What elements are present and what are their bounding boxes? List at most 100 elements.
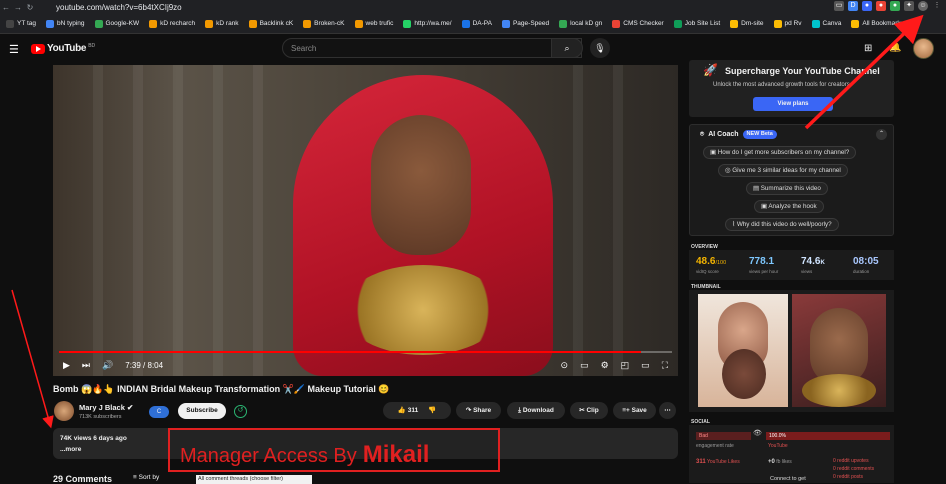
- download-button[interactable]: ⤓ Download: [507, 402, 565, 419]
- coach-question[interactable]: ▣ How do I get more subscribers on my ch…: [703, 146, 857, 159]
- bookmark-favicon-icon: [730, 19, 739, 28]
- manager-prefix: Manager Access By: [180, 445, 357, 467]
- url-field[interactable]: youtube.com/watch?v=6b4tXCIj9zo: [56, 3, 182, 12]
- theater-mode-icon[interactable]: ▭: [641, 360, 650, 371]
- more-vert-icon[interactable]: ⋮: [932, 1, 942, 11]
- view-plans-button[interactable]: View plans: [753, 97, 833, 111]
- background-slat: [133, 65, 143, 376]
- bookmark-item[interactable]: web trufic: [354, 19, 394, 28]
- scissors-icon: ✂: [579, 407, 585, 414]
- new-beta-badge: NEW Beta: [742, 130, 777, 139]
- youtube-logo[interactable]: YouTube BD: [31, 43, 95, 54]
- reddit-upvotes: 0 reddit upvotes: [833, 458, 869, 464]
- extension-icon[interactable]: D: [848, 1, 858, 11]
- play-icon[interactable]: ▶: [63, 360, 70, 371]
- captions-icon[interactable]: ▭: [580, 360, 589, 371]
- bookmark-label: Canva: [822, 20, 842, 27]
- bookmark-item[interactable]: local kD gn: [559, 19, 602, 28]
- video-frame-subject: [293, 75, 553, 376]
- bookmark-item[interactable]: kD rank: [205, 19, 239, 28]
- share-button[interactable]: ↷ Share: [456, 402, 501, 419]
- bookmark-item[interactable]: Broken-cK: [303, 19, 345, 28]
- views-per-hour-label: views per hour: [749, 269, 779, 274]
- miniplayer-icon[interactable]: ◰: [621, 360, 630, 371]
- coach-question[interactable]: ◎ Give me 3 similar ideas for my channel: [718, 164, 848, 177]
- search-input[interactable]: Search: [282, 38, 582, 58]
- connect-label[interactable]: Connect to get: [770, 476, 806, 482]
- bookmark-item[interactable]: pd Rv: [773, 19, 802, 28]
- fullscreen-icon[interactable]: ⛶: [662, 360, 668, 371]
- bookmark-item[interactable]: YT tag: [6, 19, 36, 28]
- vidiq-channel-badge[interactable]: C: [149, 406, 169, 418]
- video-player[interactable]: ▶ ⏭ 🔊 7:39 / 8:04 ⊙ ▭ ⚙ ◰ ▭ ⛶: [53, 65, 678, 376]
- description-more-link[interactable]: ...more: [60, 446, 81, 453]
- bookmark-label: Job Site List: [684, 20, 721, 27]
- bookmark-item[interactable]: Page-Speed: [501, 19, 549, 28]
- extension-icon[interactable]: ●: [876, 1, 886, 11]
- volume-icon[interactable]: 🔊: [102, 360, 113, 371]
- cast-icon[interactable]: ▭: [834, 1, 844, 11]
- bookmark-item[interactable]: DA-PA: [461, 19, 492, 28]
- bookmark-item[interactable]: Job Site List: [673, 19, 721, 28]
- rocket-icon: 🚀: [703, 63, 718, 77]
- settings-gear-icon[interactable]: ⚙: [601, 360, 609, 371]
- coach-question[interactable]: ▤ Summarize this video: [746, 182, 828, 195]
- next-icon[interactable]: ⏭: [82, 360, 90, 371]
- more-horiz-icon: ⋯: [664, 407, 671, 414]
- bookmark-item[interactable]: kD recharch: [149, 19, 195, 28]
- like-count: 311: [407, 407, 419, 414]
- extension-icon[interactable]: ●: [890, 1, 900, 11]
- bookmark-item[interactable]: Google-KW: [94, 19, 139, 28]
- voice-search-button[interactable]: 🎙: [590, 38, 610, 58]
- sort-by-button[interactable]: ≡ Sort by: [133, 474, 159, 481]
- bookmark-item[interactable]: CMS Checker: [612, 19, 664, 28]
- bookmark-item[interactable]: Dm-site: [730, 19, 764, 28]
- notifications-icon[interactable]: 🔔: [889, 42, 901, 53]
- extension-icon[interactable]: ●: [862, 1, 872, 11]
- channel-name[interactable]: Mary J Black ✔: [79, 403, 133, 412]
- forward-icon[interactable]: →: [12, 3, 24, 12]
- channel-extension-icon[interactable]: ↺: [234, 405, 247, 418]
- account-avatar[interactable]: [913, 38, 934, 59]
- progress-bar[interactable]: [59, 351, 672, 353]
- puzzle-icon[interactable]: ✦: [904, 1, 914, 11]
- bookmark-item[interactable]: http://wa.me/: [403, 19, 452, 28]
- bookmark-item[interactable]: All Bookmarks: [851, 19, 904, 28]
- eye-icon[interactable]: 👁: [753, 429, 762, 437]
- background-slat: [173, 65, 183, 376]
- bookmark-item[interactable]: bN typing: [46, 19, 85, 28]
- autoplay-toggle[interactable]: ⊙: [561, 360, 569, 371]
- channel-avatar[interactable]: [54, 401, 74, 421]
- overview-stats: 48.6/100 vidIQ score 778.1 views per hou…: [689, 250, 894, 280]
- bookmark-label: web trufic: [365, 20, 394, 27]
- back-icon[interactable]: ←: [0, 3, 12, 12]
- search-button[interactable]: ⌕: [551, 38, 583, 58]
- chevron-up-icon[interactable]: ⌃: [876, 129, 887, 140]
- manager-name: Mikail: [362, 441, 430, 468]
- coach-question[interactable]: ⌇ Why did this video do well/poorly?: [725, 218, 839, 231]
- vidiq-score-label: vidIQ score: [696, 269, 719, 274]
- create-icon[interactable]: ⊞: [864, 43, 872, 54]
- subscribe-button[interactable]: Subscribe: [178, 403, 226, 419]
- manager-access-overlay: Manager Access By Mikail: [168, 428, 500, 472]
- hamburger-menu-icon[interactable]: ☰: [9, 43, 19, 56]
- bookmark-item[interactable]: Backlink cK: [248, 19, 293, 28]
- clip-label: Clip: [586, 407, 599, 414]
- background-slat: [573, 65, 583, 376]
- bookmark-favicon-icon: [94, 19, 103, 28]
- coach-question[interactable]: ▣ Analyze the hook: [754, 200, 824, 213]
- engagement-badge: Bad: [696, 432, 751, 440]
- save-button[interactable]: ≡+ Save: [613, 402, 656, 419]
- manager-access-text: Manager Access By Mikail: [180, 441, 429, 469]
- coach-title-text: AI Coach: [708, 131, 739, 138]
- thumbnail-before-image: [698, 294, 788, 407]
- reload-icon[interactable]: ↻: [24, 3, 36, 12]
- clip-button[interactable]: ✂ Clip: [570, 402, 608, 419]
- bookmark-favicon-icon: [354, 19, 363, 28]
- thumbnail-preview[interactable]: [689, 290, 894, 412]
- more-actions-button[interactable]: ⋯: [659, 402, 676, 419]
- profile-icon[interactable]: ☺: [918, 1, 928, 11]
- bookmark-item[interactable]: Canva: [811, 19, 842, 28]
- like-dislike-button[interactable]: 👍 311 👎: [383, 402, 451, 419]
- download-icon: ⤓: [518, 407, 521, 414]
